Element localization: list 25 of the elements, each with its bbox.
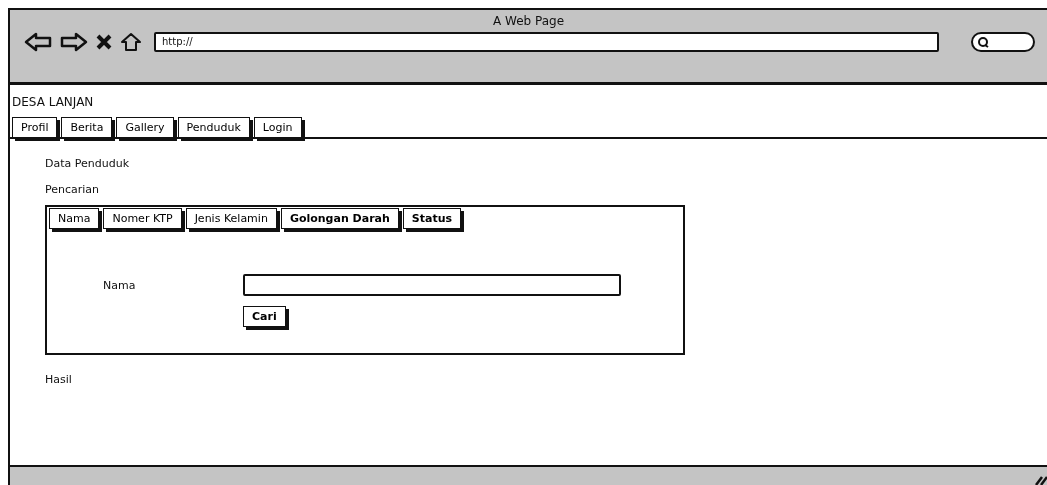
page-heading: Data Penduduk xyxy=(45,157,131,170)
nav-tab[interactable]: Login xyxy=(253,117,302,138)
search-field[interactable] xyxy=(971,32,1035,52)
window-title: A Web Page xyxy=(491,14,566,28)
nav-tab[interactable]: Penduduk xyxy=(177,117,250,138)
nav-tab[interactable]: Profil xyxy=(12,117,58,138)
search-tab[interactable]: Golongan Darah xyxy=(280,208,399,229)
name-input[interactable] xyxy=(243,274,621,296)
field-label: Nama xyxy=(103,278,137,292)
back-icon[interactable] xyxy=(24,32,52,52)
address-field[interactable]: http:// xyxy=(154,32,939,52)
search-button[interactable]: Cari xyxy=(243,306,286,327)
search-tab[interactable]: Status xyxy=(402,208,462,229)
forward-icon[interactable] xyxy=(60,32,88,52)
site-title: DESA LANJAN xyxy=(12,95,95,109)
search-tab[interactable]: Nomer KTP xyxy=(103,208,182,229)
search-icon xyxy=(977,36,989,48)
nav-tab[interactable]: Berita xyxy=(61,117,113,138)
search-tab[interactable]: Jenis Kelamin xyxy=(185,208,277,229)
close-icon[interactable] xyxy=(96,34,112,50)
section-label: Hasil xyxy=(45,373,73,386)
nav-tab[interactable]: Gallery xyxy=(116,117,174,138)
home-icon[interactable] xyxy=(120,32,142,52)
section-label: Pencarian xyxy=(45,183,101,196)
search-tab[interactable]: Nama xyxy=(49,208,100,229)
